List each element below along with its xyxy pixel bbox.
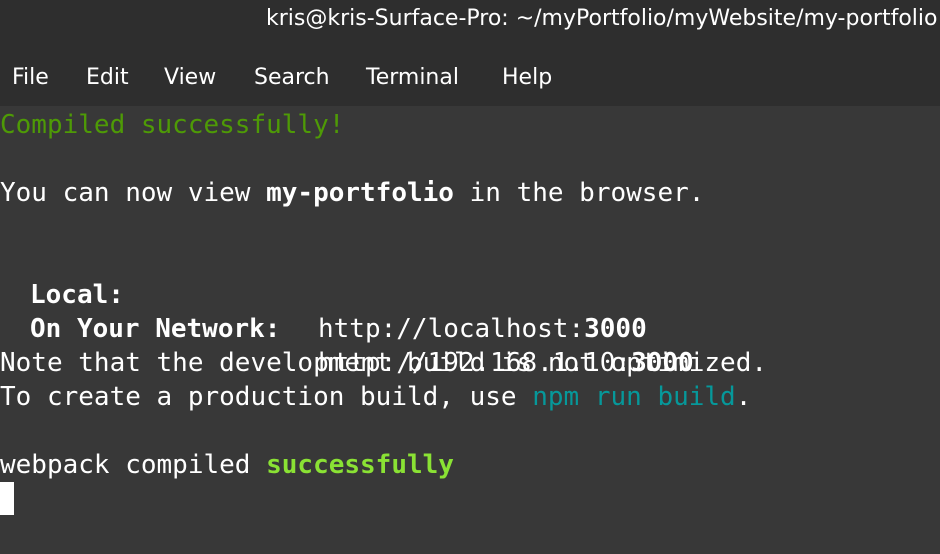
text-cursor	[0, 482, 14, 515]
compiled-line: Compiled successfully!	[0, 108, 344, 142]
menu-search[interactable]: Search	[254, 62, 330, 94]
menu-edit[interactable]: Edit	[86, 62, 129, 94]
menu-view[interactable]: View	[164, 62, 216, 94]
local-url: http://localhost:3000	[318, 312, 647, 346]
local-port: 3000	[584, 314, 647, 344]
menu-bar: File Edit View Search Terminal Help	[0, 42, 940, 106]
webpack-status: successfully	[266, 450, 454, 480]
webpack-prefix: webpack compiled	[0, 450, 267, 480]
local-line: Local: http://localhost:3000	[0, 244, 940, 344]
view-suffix: in the browser.	[453, 178, 705, 208]
webpack-line: webpack compiled successfully	[0, 448, 454, 482]
view-prefix: You can now view	[0, 178, 267, 208]
build-command: npm run build	[532, 382, 736, 412]
production-suffix: .	[735, 382, 752, 412]
note-line: Note that the development build is not o…	[0, 346, 767, 380]
menu-file[interactable]: File	[12, 62, 49, 94]
compiled-message: Compiled successfully!	[0, 110, 345, 140]
window-title: kris@kris-Surface-Pro: ~/myPortfolio/myW…	[266, 6, 938, 31]
network-line: On Your Network: http://192.168.1.10:300…	[0, 278, 940, 378]
terminal-window: kris@kris-Surface-Pro: ~/myPortfolio/myW…	[0, 0, 940, 554]
production-line: To create a production build, use npm ru…	[0, 380, 751, 414]
title-bar[interactable]: kris@kris-Surface-Pro: ~/myPortfolio/myW…	[0, 0, 940, 42]
menu-help[interactable]: Help	[502, 62, 552, 94]
note-text: Note that the development build is not o…	[0, 348, 768, 378]
network-label: On Your Network:	[30, 314, 281, 344]
terminal-output[interactable]: Compiled successfully! You can now view …	[0, 106, 940, 554]
view-line: You can now view my-portfolio in the bro…	[0, 176, 704, 210]
app-name: my-portfolio	[266, 178, 454, 208]
local-url-host: http://localhost:	[318, 314, 585, 344]
production-prefix: To create a production build, use	[0, 382, 533, 412]
menu-terminal[interactable]: Terminal	[366, 62, 459, 94]
